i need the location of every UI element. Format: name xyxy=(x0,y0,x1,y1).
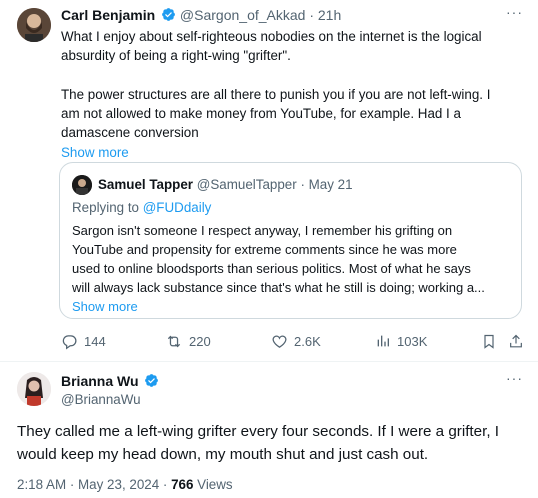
reply-icon xyxy=(62,335,77,350)
quote-author-name: Samuel Tapper xyxy=(98,177,194,192)
heart-icon xyxy=(272,335,287,348)
tweet-header: Carl Benjamin @Sargon_of_Akkad · 21h xyxy=(61,7,341,25)
tweet-header: Brianna Wu xyxy=(61,373,159,391)
replying-handle-link[interactable]: @FUDdaily xyxy=(143,200,212,215)
views-button[interactable]: 103K xyxy=(375,333,427,349)
quote-show-more-link[interactable]: Show more xyxy=(72,297,517,316)
verified-badge-icon xyxy=(144,373,159,391)
tweet-text-line: The power structures are all there to pu… xyxy=(61,86,491,102)
views-count: 103K xyxy=(397,333,428,349)
show-more-link[interactable]: Show more xyxy=(61,143,526,162)
tweet-divider xyxy=(0,361,538,362)
quote-text-line: YouTube and propensity for extreme comme… xyxy=(72,242,457,257)
quote-author-handle: @SamuelTapper xyxy=(196,177,297,192)
quote-text-line: will always lack substance since that's … xyxy=(72,280,485,295)
more-options-icon[interactable]: ··· xyxy=(506,370,523,386)
analytics-icon xyxy=(377,335,389,347)
author-name[interactable]: Carl Benjamin xyxy=(61,7,155,23)
replying-prefix: Replying to xyxy=(72,200,143,215)
tweet-timestamp: 2:18 AM · May 23, 2024 · 766 Views xyxy=(17,477,233,492)
tweet-text-line: damascene conversion xyxy=(61,125,199,141)
author-name[interactable]: Brianna Wu xyxy=(61,373,139,389)
bookmark-icon xyxy=(484,334,494,349)
timestamp-text[interactable]: 2:18 AM · May 23, 2024 · xyxy=(17,477,171,492)
avatar-samuel-tapper xyxy=(72,175,92,195)
tweet-text-line xyxy=(61,66,526,85)
replying-to: Replying to @FUDdaily xyxy=(72,200,211,215)
tweet-text-line: They called me a left-wing grifter every… xyxy=(17,423,499,440)
tweet-time[interactable]: 21h xyxy=(318,7,341,23)
repost-icon xyxy=(167,335,181,348)
tweet-text-line: would keep my head down, my mouth shut a… xyxy=(17,446,429,463)
reply-count: 144 xyxy=(84,334,106,349)
avatar-image xyxy=(72,175,92,195)
share-icon xyxy=(510,334,522,348)
tweet-text: They called me a left-wing grifter every… xyxy=(17,420,527,466)
author-handle[interactable]: @Sargon_of_Akkad xyxy=(180,7,306,23)
tweet-text-line: am not allowed to make money from YouTub… xyxy=(61,106,461,122)
quote-text: Sargon isn't someone I respect anyway, I… xyxy=(72,221,517,316)
quote-text-line: used to online bloodsports than serious … xyxy=(72,261,471,276)
avatar-carl-benjamin[interactable] xyxy=(17,8,51,42)
repost-count: 220 xyxy=(189,334,211,349)
avatar-image xyxy=(17,372,51,406)
verified-badge-icon xyxy=(161,7,176,25)
tweet-text: What I enjoy about self-righteous nobodi… xyxy=(61,27,526,162)
author-handle[interactable]: @BriannaWu xyxy=(61,392,141,407)
share-button[interactable] xyxy=(508,333,524,350)
separator-dot: · xyxy=(300,177,305,192)
reply-button[interactable]: 144 xyxy=(61,333,106,350)
quote-header: Samuel Tapper @SamuelTapper · May 21 xyxy=(98,177,353,192)
more-options-icon[interactable]: ··· xyxy=(506,4,523,20)
views-label: Views xyxy=(193,477,233,492)
quoted-tweet[interactable]: Samuel Tapper @SamuelTapper · May 21 Rep… xyxy=(59,162,522,319)
like-button[interactable]: 2.6K xyxy=(271,333,321,350)
quote-time: May 21 xyxy=(308,177,353,192)
avatar-image xyxy=(17,8,51,42)
separator-dot: · xyxy=(309,7,314,23)
tweet-text-line: What I enjoy about self-righteous nobodi… xyxy=(61,29,482,44)
views-count: 766 xyxy=(171,477,194,492)
repost-button[interactable]: 220 xyxy=(165,333,211,350)
like-count: 2.6K xyxy=(294,334,321,349)
bookmark-button[interactable] xyxy=(481,333,497,350)
avatar-brianna-wu[interactable] xyxy=(17,372,51,406)
quote-text-line: Sargon isn't someone I respect anyway, I… xyxy=(72,223,453,238)
tweet-text-line: absurdity of being a right-wing "grifter… xyxy=(61,48,291,64)
